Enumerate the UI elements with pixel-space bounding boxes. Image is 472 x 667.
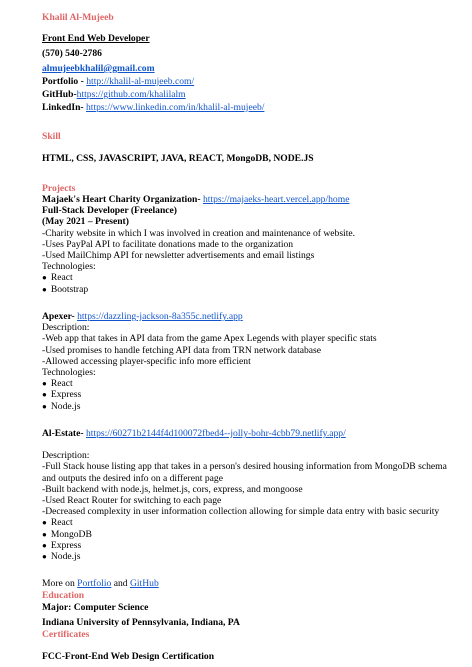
project-line: -Allowed accessing player-specific info … — [42, 355, 251, 367]
linkedin-line: LinkedIn- https://www.linkedin.com/in/kh… — [42, 102, 264, 113]
linkedin-label: LinkedIn- — [42, 102, 86, 113]
project-line: -Built backend with node.js, helmet.js, … — [42, 483, 303, 495]
project-name: Apexer- — [42, 311, 78, 322]
project-apexer: Apexer- https://dazzling-jackson-8a355c.… — [42, 311, 472, 412]
project-al-estate: Al-Estate- https://60271b2144f4d100072fb… — [42, 428, 472, 562]
project-line: -Used MailChimp API for newsletter adver… — [42, 250, 315, 262]
github-label: GitHub- — [42, 89, 77, 100]
project-line: -Used React Router for switching to each… — [42, 495, 222, 507]
resume-page: Khalil Al-Mujeeb Front End Web Developer… — [0, 0, 472, 667]
candidate-name: Khalil Al-Mujeeb — [42, 12, 114, 23]
portfolio-label: Portfolio - — [42, 76, 87, 87]
project-line: -Uses PayPal API to facilitate donations… — [42, 238, 294, 250]
project-link[interactable]: https://60271b2144f4d100072fbed4--jolly-… — [86, 428, 346, 439]
tech-item: React — [42, 517, 472, 528]
github-link[interactable]: https://github.com/khalilalm — [77, 89, 186, 100]
project-line: -Charity website in which I was involved… — [42, 227, 356, 239]
email-link[interactable]: almujeebkhalil@gmail.com — [42, 63, 155, 74]
tech-item: Express — [42, 540, 472, 551]
project-title-line: Majaek's Heart Charity Organization- htt… — [42, 194, 472, 205]
skill-heading: Skill — [42, 131, 61, 142]
education-major: Major: Computer Science — [42, 602, 149, 613]
project-link[interactable]: https://dazzling-jackson-8a355c.netlify.… — [77, 311, 243, 322]
skill-list: HTML, CSS, JAVASCRIPT, JAVA, REACT, Mong… — [42, 153, 314, 164]
linkedin-link[interactable]: https://www.linkedin.com/in/khalil-al-mu… — [86, 102, 264, 113]
projects-heading: Projects — [42, 183, 76, 194]
more-github-link[interactable]: GitHub — [130, 578, 159, 589]
github-line: GitHub-https://github.com/khalilalm — [42, 89, 186, 100]
certificates-heading: Certificates — [42, 629, 90, 640]
certificate-item: FCC-Front-End Web Design Certification — [42, 651, 215, 662]
more-prefix: More on — [42, 578, 78, 589]
education-heading: Education — [42, 590, 85, 601]
more-links-line: More on Portfolio and GitHub — [42, 578, 159, 589]
tech-item: Express — [42, 389, 472, 400]
tech-item: React — [42, 378, 472, 389]
more-portfolio-link[interactable]: Portfolio — [77, 578, 111, 589]
tech-item: MongoDB — [42, 529, 472, 540]
education-school: Indiana University of Pennsylvania, Indi… — [42, 617, 240, 628]
description-label: Description: — [42, 450, 90, 462]
project-role: Full-Stack Developer (Freelance) — [42, 205, 177, 217]
technologies-label: Technologies: — [42, 367, 96, 379]
technologies-label: Technologies: — [42, 261, 96, 273]
project-line: -Decreased complexity in user informatio… — [42, 506, 440, 518]
tech-item: Bootstrap — [42, 284, 472, 295]
project-line: -Used promises to handle fetching API da… — [42, 344, 322, 356]
project-majaeks-heart: Majaek's Heart Charity Organization- htt… — [42, 194, 472, 295]
project-link[interactable]: https://majaeks-heart.vercel.app/home — [203, 194, 350, 205]
job-title: Front End Web Developer — [42, 33, 150, 44]
project-line: -Web app that takes in API data from the… — [42, 333, 377, 345]
portfolio-line: Portfolio - http://khalil-al-mujeeb.com/ — [42, 76, 194, 87]
more-and: and — [111, 578, 130, 589]
project-name: Majaek's Heart Charity Organization- — [42, 194, 203, 205]
project-name: Al-Estate- — [42, 428, 86, 439]
description-label: Description: — [42, 322, 90, 334]
project-line: -Full Stack house listing app that takes… — [42, 461, 447, 484]
tech-item: Node.js — [42, 401, 472, 412]
portfolio-link[interactable]: http://khalil-al-mujeeb.com/ — [86, 76, 194, 87]
project-title-line: Apexer- https://dazzling-jackson-8a355c.… — [42, 311, 472, 322]
project-dates: (May 2021 – Present) — [42, 216, 129, 228]
tech-item: Node.js — [42, 551, 472, 562]
project-title-line: Al-Estate- https://60271b2144f4d100072fb… — [42, 428, 472, 439]
phone-number: (570) 540-2786 — [42, 48, 102, 59]
tech-item: React — [42, 272, 472, 283]
